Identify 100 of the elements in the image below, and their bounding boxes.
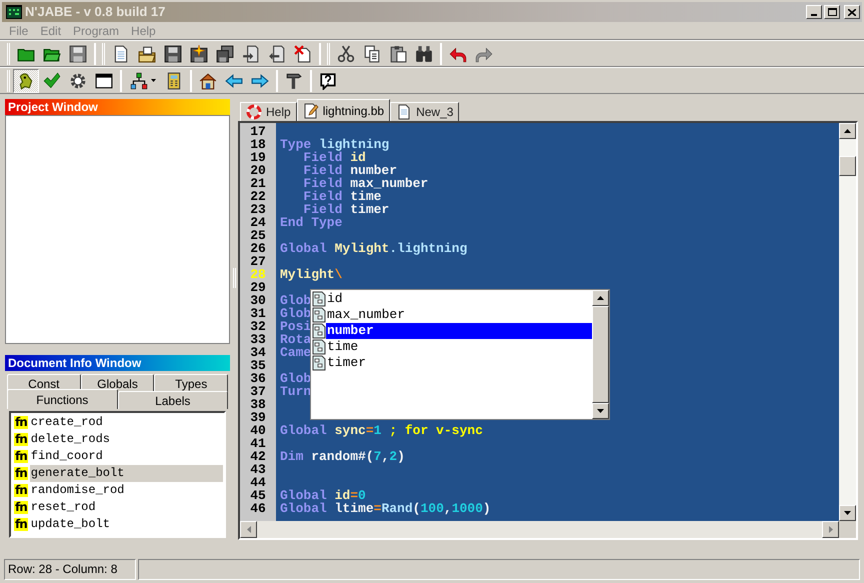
line-number: 29 [249, 281, 267, 294]
line-number: 19 [249, 151, 267, 164]
autocomplete-item[interactable]: time [326, 339, 592, 355]
autocomplete-item[interactable]: max_number [326, 307, 592, 323]
line-number: 20 [249, 164, 267, 177]
paste-icon [389, 44, 407, 62]
autocomplete-item[interactable]: id [326, 291, 592, 307]
line-number: 38 [249, 398, 267, 411]
gear-icon [69, 72, 87, 90]
status-position: Row: 28 - Column: 8 [4, 559, 136, 580]
binoculars-icon [415, 44, 433, 62]
scroll-thumb[interactable] [839, 156, 856, 176]
tab[interactable]: Help [240, 102, 297, 121]
scroll-up-button[interactable] [839, 123, 856, 139]
function-list-item[interactable]: create_rod [30, 414, 223, 431]
code-line: Global Mylight.lightning [280, 242, 468, 255]
splitter-handle[interactable] [232, 268, 236, 288]
document-icon [112, 44, 130, 62]
function-list-item[interactable]: update_bolt [30, 516, 223, 533]
line-number: 21 [249, 177, 267, 190]
code-line: Global id=0 [280, 489, 366, 502]
toolbar-button[interactable] [13, 68, 39, 92]
left-arrow-icon [225, 72, 243, 90]
hierarchy-icon [130, 72, 148, 90]
toolbar-grip[interactable] [102, 42, 105, 64]
tab[interactable]: Labels [118, 391, 228, 409]
scroll-left-button[interactable] [240, 521, 257, 538]
function-icon: fn [14, 433, 28, 446]
line-number: 31 [249, 307, 267, 320]
right-arrow-icon [251, 72, 269, 90]
function-icon: fn [14, 450, 28, 463]
house-icon [199, 72, 217, 90]
function-list-item[interactable]: randomise_rod [30, 482, 223, 499]
code-line: End Type [280, 216, 342, 229]
checkmark-icon [43, 72, 61, 90]
line-number: 44 [249, 476, 267, 489]
lizard-icon [17, 72, 35, 90]
function-list-item[interactable]: delete_rods [30, 431, 223, 448]
line-number: 26 [249, 242, 267, 255]
line-number: 18 [249, 138, 267, 151]
up-arrow-icon [597, 296, 604, 300]
stacked-floppy-icon [216, 44, 234, 62]
scroll-right-button[interactable] [822, 521, 839, 538]
toolbar-grip[interactable] [7, 70, 10, 92]
cut-icon [337, 44, 355, 62]
caret-icon [151, 79, 156, 82]
horizontal-scrollbar[interactable] [240, 521, 856, 538]
code-line: Glob [280, 307, 312, 320]
down-arrow-icon [597, 409, 604, 413]
toolbar-grip[interactable] [327, 42, 330, 64]
code-line: Rota [280, 333, 312, 346]
line-number: 32 [249, 320, 267, 333]
code-line: Mylight\ [280, 268, 342, 281]
tab[interactable]: Functions [7, 389, 118, 409]
line-number: 17 [249, 125, 267, 138]
function-list-item[interactable]: find_coord [30, 448, 223, 465]
line-number: 46 [249, 502, 267, 515]
line-number: 23 [249, 203, 267, 216]
autocomplete-item[interactable]: number [326, 323, 592, 339]
copy-icon [363, 44, 381, 62]
popup-scrollbar[interactable] [592, 290, 609, 419]
code-line: Dim random#(7,2) [280, 450, 405, 463]
function-list-item[interactable]: generate_bolt [30, 465, 223, 482]
window-icon [95, 72, 113, 90]
document-arrow-icon [242, 44, 260, 62]
code-line: Field id [303, 151, 366, 164]
left-arrow-icon [246, 526, 250, 533]
code-line: Field time [302, 190, 382, 203]
close-button[interactable] [844, 5, 860, 19]
line-number: 45 [249, 489, 267, 502]
hammer-icon [285, 72, 303, 90]
vertical-scrollbar[interactable] [839, 123, 856, 521]
function-icon: fn [14, 416, 28, 429]
function-icon: fn [14, 484, 28, 497]
code-line: Glob [280, 372, 312, 385]
autocomplete-item[interactable]: timer [326, 355, 592, 371]
line-number: 36 [249, 372, 267, 385]
function-list-item[interactable]: reset_rod [30, 499, 223, 516]
tab[interactable]: Types [154, 374, 228, 392]
scrollbar-corner [839, 521, 856, 538]
app-icon [6, 5, 22, 19]
help-icon [319, 72, 337, 90]
line-number: 25 [249, 229, 267, 242]
minimize-button[interactable] [806, 5, 822, 19]
up-arrow-icon [844, 129, 851, 133]
code-line: Field timer [302, 203, 390, 216]
scroll-down-button[interactable] [839, 505, 856, 521]
line-number: 42 [249, 450, 267, 463]
tab[interactable]: New_3 [390, 102, 460, 121]
close-icon [848, 8, 856, 16]
tab[interactable]: lightning.bb [296, 99, 390, 121]
scroll-thumb[interactable] [592, 306, 609, 403]
scroll-down-button[interactable] [592, 403, 609, 419]
right-arrow-icon [828, 526, 832, 533]
toolbar-grip[interactable] [7, 42, 10, 64]
maximize-button[interactable] [824, 5, 840, 19]
line-number: 30 [249, 294, 267, 307]
window-title: N'JABE - v 0.8 build 17 [25, 3, 166, 22]
scroll-up-button[interactable] [592, 290, 609, 306]
document-pencil-icon [302, 102, 319, 118]
